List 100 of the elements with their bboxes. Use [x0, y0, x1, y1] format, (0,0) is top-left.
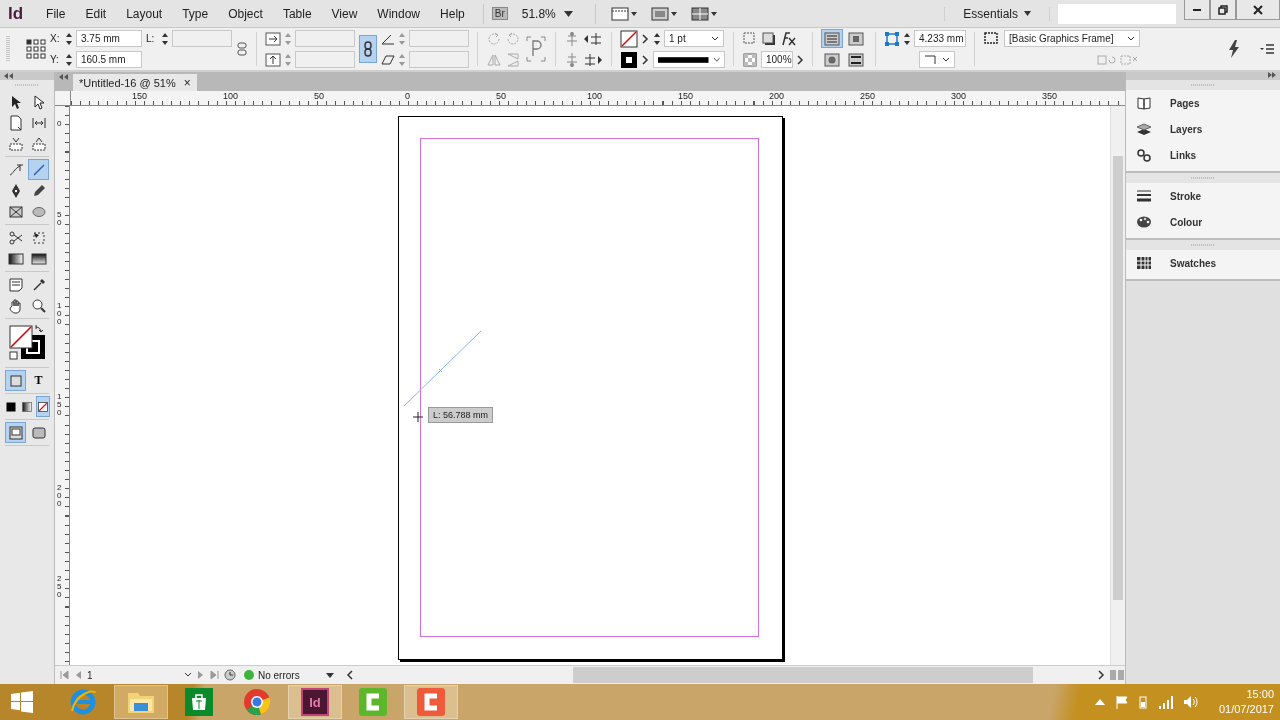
- last-page-icon[interactable]: [210, 670, 220, 680]
- tab-close-button[interactable]: ×: [183, 75, 191, 90]
- document-tab[interactable]: *Untitled-16 @ 51% ×: [73, 74, 197, 91]
- taskbar-button[interactable]: [404, 685, 458, 719]
- effects-icon[interactable]: [780, 30, 798, 47]
- menu-item[interactable]: Help: [430, 6, 475, 21]
- scroll-thumb[interactable]: [1113, 156, 1123, 600]
- panel-tab-label[interactable]: Colour: [1170, 216, 1203, 228]
- collapse-icon[interactable]: [59, 74, 69, 80]
- restore-button[interactable]: [1210, 0, 1236, 20]
- lightning-icon[interactable]: [1228, 40, 1240, 58]
- stroke-weight-dropdown[interactable]: 1 pt: [664, 30, 724, 47]
- stroke-type-dropdown[interactable]: [653, 51, 725, 68]
- battery-icon[interactable]: [1138, 695, 1147, 709]
- menu-item[interactable]: Table: [272, 6, 322, 21]
- select-container-icon[interactable]: [564, 30, 580, 47]
- menu-item[interactable]: Object: [218, 6, 273, 21]
- panel-tab[interactable]: Layers: [1126, 116, 1280, 142]
- panel-tab[interactable]: Colour: [1126, 209, 1280, 235]
- stroke-swatch-icon[interactable]: [620, 50, 638, 69]
- panel-tab[interactable]: Swatches: [1126, 250, 1280, 276]
- grip-icon[interactable]: [15, 84, 39, 87]
- menu-item[interactable]: Layout: [116, 6, 173, 21]
- search-field[interactable]: [1058, 3, 1176, 24]
- menu-item[interactable]: File: [36, 6, 76, 21]
- scroll-right-icon[interactable]: [1097, 670, 1105, 680]
- text-wrap-button[interactable]: [845, 50, 867, 69]
- workspace-dropdown[interactable]: Essentials: [944, 6, 1050, 21]
- grip-icon[interactable]: [1191, 176, 1215, 180]
- zoom-dropdown[interactable]: 51.8%: [521, 6, 573, 21]
- preflight-status[interactable]: No errors: [258, 669, 334, 681]
- select-next-icon[interactable]: [583, 51, 603, 68]
- bridge-button[interactable]: Br: [491, 7, 508, 20]
- vertical-scrollbar[interactable]: [1110, 106, 1125, 665]
- clear-attributes-icon[interactable]: [1120, 53, 1140, 66]
- paragraph-icon[interactable]: [525, 35, 547, 63]
- first-page-icon[interactable]: [59, 670, 69, 680]
- arrange-documents-icon[interactable]: [690, 5, 717, 22]
- corner-options-icon[interactable]: [884, 30, 900, 47]
- reference-point-icon[interactable]: [26, 39, 46, 59]
- x-field[interactable]: 3.75 mm: [76, 30, 142, 47]
- select-content-icon[interactable]: [564, 51, 580, 68]
- menu-item[interactable]: View: [321, 6, 368, 21]
- fill-stroke-icon[interactable]: [7, 323, 47, 363]
- apply-colour-icon: [5, 400, 17, 413]
- screen-mode-icon[interactable]: [650, 5, 677, 22]
- opacity-field[interactable]: 100%: [761, 51, 793, 68]
- normal-mode-button[interactable]: [5, 422, 26, 443]
- grip-icon[interactable]: [1191, 243, 1215, 247]
- panel-tab[interactable]: Pages: [1126, 90, 1280, 116]
- chevron-icon[interactable]: [796, 54, 804, 65]
- panel-menu-icon[interactable]: [1260, 43, 1274, 55]
- panel-tab-label[interactable]: Swatches: [1170, 257, 1217, 269]
- ruler-label: 100: [57, 302, 62, 326]
- grip-icon[interactable]: [6, 34, 10, 64]
- line-tool[interactable]: [28, 159, 49, 180]
- constrain-proportions-button[interactable]: [359, 35, 377, 63]
- scroll-left-icon[interactable]: [346, 670, 354, 680]
- panel-tab-label[interactable]: Layers: [1170, 123, 1203, 135]
- corner-size-field[interactable]: 4.233 mm: [914, 30, 966, 47]
- type-mode-button[interactable]: T: [28, 370, 49, 391]
- chevron-icon[interactable]: [641, 54, 649, 65]
- grip-icon[interactable]: [1191, 83, 1215, 87]
- y-field[interactable]: 160.5 mm: [76, 51, 142, 68]
- page-number-field[interactable]: 1: [87, 669, 192, 681]
- menu-item[interactable]: Window: [367, 6, 431, 21]
- select-previous-icon[interactable]: [583, 30, 603, 47]
- view-options-icon[interactable]: [610, 5, 637, 22]
- panel-tab-label[interactable]: Pages: [1170, 97, 1200, 109]
- object-style-dropdown[interactable]: [Basic Graphics Frame]: [1004, 30, 1140, 47]
- tab-title[interactable]: *Untitled-16 @ 51%: [79, 76, 176, 89]
- show-hidden-icons-icon[interactable]: [1094, 699, 1105, 705]
- menu-item[interactable]: Edit: [75, 6, 117, 21]
- clear-overrides-icon[interactable]: [1097, 53, 1117, 66]
- scroll-thumb[interactable]: [573, 667, 1033, 683]
- container-button[interactable]: [5, 370, 26, 391]
- taskbar-button[interactable]: [114, 685, 168, 719]
- corner-shape-dropdown[interactable]: [919, 51, 955, 68]
- start-button[interactable]: [10, 690, 34, 714]
- shadow-icon[interactable]: [761, 30, 777, 47]
- apply-none-icon: [37, 400, 49, 413]
- apply-none-button[interactable]: [36, 396, 50, 417]
- minimize-button[interactable]: [1184, 0, 1210, 20]
- length-field[interactable]: [172, 30, 232, 47]
- fill-swatch-icon[interactable]: [620, 29, 638, 48]
- panel-tab[interactable]: Stroke: [1126, 183, 1280, 209]
- panel-tab[interactable]: Links: [1126, 142, 1280, 168]
- volume-icon[interactable]: [1182, 695, 1199, 709]
- object-style-icon[interactable]: [983, 30, 1001, 47]
- panel-tab-label[interactable]: Links: [1170, 149, 1197, 161]
- flag-icon[interactable]: [1114, 695, 1129, 709]
- taskbar-button[interactable]: Id: [288, 685, 342, 719]
- panel-tab-label[interactable]: Stroke: [1170, 190, 1202, 202]
- chevron-icon[interactable]: [641, 33, 649, 44]
- constrain-icon[interactable]: [236, 41, 248, 57]
- status-dot-icon: [244, 670, 254, 680]
- flip-vertical-icon[interactable]: [505, 51, 521, 68]
- signal-icon[interactable]: [1156, 695, 1173, 709]
- menu-item[interactable]: Type: [172, 6, 219, 21]
- close-button[interactable]: [1236, 0, 1280, 20]
